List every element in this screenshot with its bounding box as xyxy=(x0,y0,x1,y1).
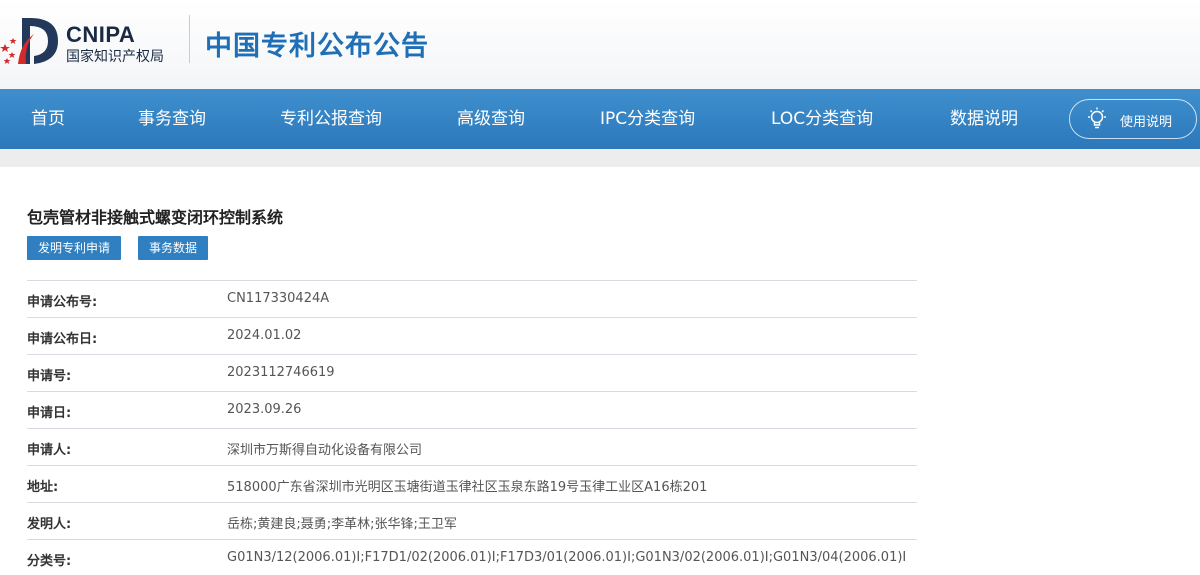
site-header: CNIPA 国家知识产权局 中国专利公布公告 xyxy=(0,0,1200,89)
field-label: 地址: xyxy=(27,480,59,495)
nav-item-data-description[interactable]: 数据说明 xyxy=(950,89,1018,149)
field-value: G01N3/12(2006.01)I;F17D1/02(2006.01)I;F1… xyxy=(227,550,907,565)
field-value: 518000广东省深圳市光明区玉塘街道玉律社区玉泉东路19号玉律工业区A16栋2… xyxy=(227,480,708,495)
info-row-inventors: 发明人: 岳栋;黄建良;聂勇;李革林;张华锋;王卫军 xyxy=(27,503,917,540)
field-label: 分类号: xyxy=(27,554,72,569)
nav-item-loc-query[interactable]: LOC分类查询 xyxy=(771,89,873,149)
nav-item-gazette-query[interactable]: 专利公报查询 xyxy=(280,89,382,149)
logo-text-cn: 国家知识产权局 xyxy=(66,49,164,65)
field-label: 发明人: xyxy=(27,517,72,532)
header-divider xyxy=(189,15,190,63)
main-nav: 首页 事务查询 专利公报查询 高级查询 IPC分类查询 LOC分类查询 数据说明… xyxy=(0,89,1200,149)
info-row-applicant: 申请人: 深圳市万斯得自动化设备有限公司 xyxy=(27,429,917,466)
patent-info-table: 申请公布号: CN117330424A 申请公布日: 2024.01.02 申请… xyxy=(27,280,917,575)
nav-item-ipc-query[interactable]: IPC分类查询 xyxy=(600,89,695,149)
field-value: 深圳市万斯得自动化设备有限公司 xyxy=(227,443,423,458)
help-button-label: 使用说明 xyxy=(1120,115,1173,130)
info-row-application-date: 申请日: 2023.09.26 xyxy=(27,392,917,429)
info-row-classification: 分类号: G01N3/12(2006.01)I;F17D1/02(2006.01… xyxy=(27,540,917,575)
info-row-publication-number: 申请公布号: CN117330424A xyxy=(27,281,917,318)
field-label: 申请人: xyxy=(27,443,72,458)
field-value: 2023112746619 xyxy=(227,365,335,380)
invention-application-tag[interactable]: 发明专利申请 xyxy=(27,236,122,260)
patent-title: 包壳管材非接触式螺变闭环控制系统 xyxy=(27,208,284,227)
info-row-address: 地址: 518000广东省深圳市光明区玉塘街道玉律社区玉泉东路19号玉律工业区A… xyxy=(27,466,917,503)
cnipa-logo-icon[interactable] xyxy=(0,14,66,68)
patent-detail-panel: 包壳管材非接触式螺变闭环控制系统 发明专利申请 事务数据 申请公布号: CN11… xyxy=(0,167,1200,575)
nav-item-transaction-query[interactable]: 事务查询 xyxy=(138,89,206,149)
field-value: CN117330424A xyxy=(227,291,330,306)
field-value: 2023.09.26 xyxy=(227,402,302,417)
info-row-publication-date: 申请公布日: 2024.01.02 xyxy=(27,318,917,355)
field-label: 申请公布号: xyxy=(27,295,98,310)
logo-text-en: CNIPA xyxy=(66,22,136,47)
field-label: 申请日: xyxy=(27,406,72,421)
info-row-application-number: 申请号: 2023112746619 xyxy=(27,355,917,392)
field-value: 2024.01.02 xyxy=(227,328,302,343)
transaction-data-tag[interactable]: 事务数据 xyxy=(138,236,209,260)
help-button[interactable]: 使用说明 xyxy=(1069,99,1197,139)
nav-item-advanced-query[interactable]: 高级查询 xyxy=(457,89,525,149)
site-title: 中国专利公布公告 xyxy=(205,31,429,62)
field-label: 申请公布日: xyxy=(27,332,98,347)
field-label: 申请号: xyxy=(27,369,72,384)
nav-item-home[interactable]: 首页 xyxy=(31,89,65,149)
field-value: 岳栋;黄建良;聂勇;李革林;张华锋;王卫军 xyxy=(227,517,457,532)
lightbulb-icon xyxy=(1088,107,1106,129)
